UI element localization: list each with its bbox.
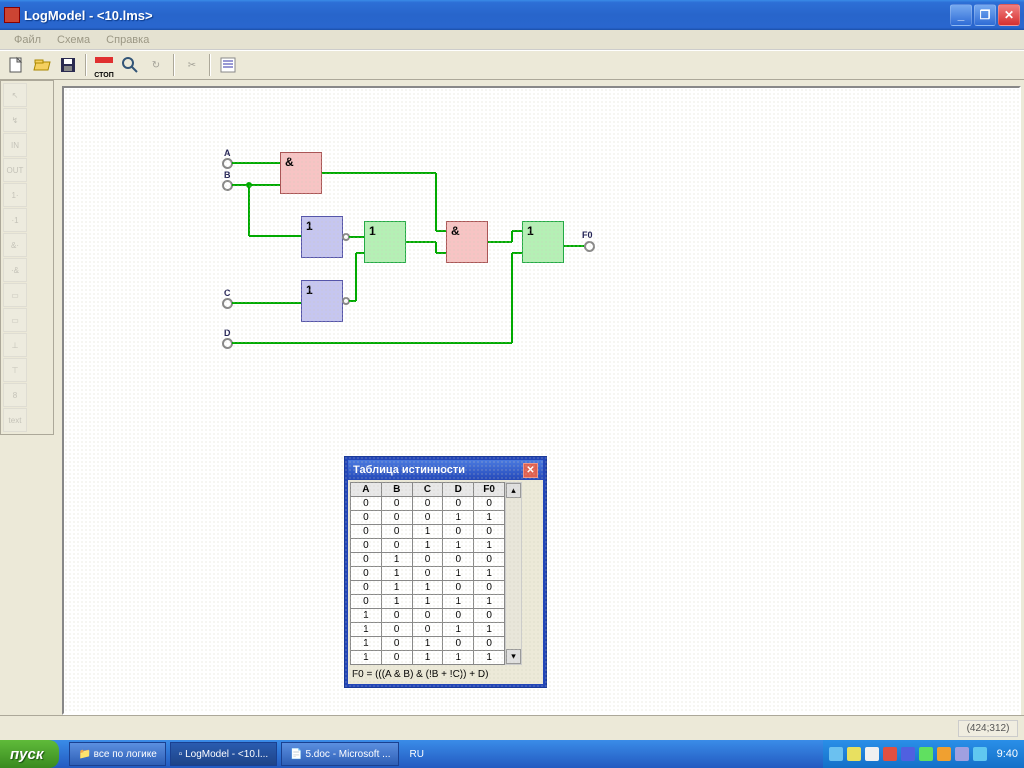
- toolbar: СТОП ↻ ✂: [0, 50, 1024, 80]
- menu-bar: Файл Схема Справка: [0, 30, 1024, 50]
- tray-icon[interactable]: [919, 747, 933, 761]
- taskbar-task[interactable]: 📄 5.doc - Microsoft ...: [281, 742, 399, 766]
- open-file-button[interactable]: [30, 53, 54, 77]
- list-button[interactable]: [216, 53, 240, 77]
- clock[interactable]: 9:40: [997, 748, 1018, 760]
- cut-button: ✂: [180, 53, 204, 77]
- mux-b-tool[interactable]: ▭: [3, 308, 27, 332]
- taskbar: пуск 📁 все по логике▫ LogModel - <10.l..…: [0, 740, 1024, 768]
- title-bar: LogModel - <10.lms> _ ❐ ✕: [0, 0, 1024, 30]
- tray-icon[interactable]: [937, 747, 951, 761]
- status-coords: (424;312): [958, 720, 1018, 737]
- table-row: 01100: [351, 581, 505, 595]
- tray-icon[interactable]: [973, 747, 987, 761]
- table-row: 01111: [351, 595, 505, 609]
- dialog-body: ABCDF0 000000001100100001110100001011011…: [348, 480, 543, 684]
- wire-tool[interactable]: ↯: [3, 108, 27, 132]
- table-row: 10011: [351, 623, 505, 637]
- tray-icon[interactable]: [901, 747, 915, 761]
- maximize-button[interactable]: ❐: [974, 4, 996, 26]
- scroll-up-button[interactable]: ▴: [506, 483, 521, 498]
- tray-icon[interactable]: [847, 747, 861, 761]
- toolbar-sep: [85, 54, 87, 76]
- language-indicator[interactable]: RU: [409, 749, 423, 760]
- canvas-area[interactable]: A B C D & 1 1 1 & 1 F0: [62, 86, 1021, 715]
- dialog-title: Таблица истинности: [353, 464, 465, 476]
- formula-text: F0 = (((A & B) & (!B + !C)) + D): [350, 665, 541, 682]
- menu-file[interactable]: Файл: [6, 32, 49, 48]
- minimize-button[interactable]: _: [950, 4, 972, 26]
- table-row: 00011: [351, 511, 505, 525]
- menu-schema[interactable]: Схема: [49, 32, 98, 48]
- sw-a-tool[interactable]: ⊥: [3, 333, 27, 357]
- scroll-down-button[interactable]: ▾: [506, 649, 521, 664]
- sw-b-tool[interactable]: ⊤: [3, 358, 27, 382]
- text-tool[interactable]: text: [3, 408, 27, 432]
- table-header: C: [412, 483, 443, 497]
- table-header: B: [381, 483, 412, 497]
- mux-a-tool[interactable]: ▭: [3, 283, 27, 307]
- status-bar: (424;312): [0, 715, 1024, 740]
- table-row: 10100: [351, 637, 505, 651]
- zoom-button[interactable]: [118, 53, 142, 77]
- and-b-tool[interactable]: ·&: [3, 258, 27, 282]
- dialog-title-bar[interactable]: Таблица истинности ✕: [348, 460, 543, 480]
- start-button[interactable]: пуск: [0, 740, 59, 768]
- save-button[interactable]: [56, 53, 80, 77]
- new-file-button[interactable]: [4, 53, 28, 77]
- tray-icon[interactable]: [829, 747, 843, 761]
- tray-icon[interactable]: [955, 747, 969, 761]
- one-a-tool[interactable]: 1·: [3, 183, 27, 207]
- table-row: 00000: [351, 497, 505, 511]
- menu-help[interactable]: Справка: [98, 32, 157, 48]
- dialog-close-button[interactable]: ✕: [523, 463, 538, 478]
- table-header: D: [443, 483, 474, 497]
- table-row: 01011: [351, 567, 505, 581]
- tool-palette: ↖ ↯ IN OUT 1· ·1 &· ·& ▭ ▭ ⊥ ⊤ 8 text: [0, 80, 54, 435]
- in-tool[interactable]: IN: [3, 133, 27, 157]
- one-b-tool[interactable]: ·1: [3, 208, 27, 232]
- table-row: 01000: [351, 553, 505, 567]
- table-header: F0: [474, 483, 505, 497]
- system-tray: 9:40: [823, 740, 1024, 768]
- truth-table: ABCDF0 000000001100100001110100001011011…: [350, 482, 505, 665]
- toolbar-sep: [209, 54, 211, 76]
- tray-icon[interactable]: [883, 747, 897, 761]
- refresh-button: ↻: [144, 53, 168, 77]
- table-row: 00111: [351, 539, 505, 553]
- tray-icon[interactable]: [865, 747, 879, 761]
- taskbar-task[interactable]: ▫ LogModel - <10.l...: [170, 742, 277, 766]
- table-row: 10111: [351, 651, 505, 665]
- truth-table-dialog[interactable]: Таблица истинности ✕ ABCDF0 000000001100…: [344, 456, 547, 688]
- out-tool[interactable]: OUT: [3, 158, 27, 182]
- window-buttons: _ ❐ ✕: [950, 4, 1020, 26]
- canvas[interactable]: A B C D & 1 1 1 & 1 F0: [64, 88, 1019, 713]
- app-icon: [4, 7, 20, 23]
- table-row: 00100: [351, 525, 505, 539]
- toolbar-sep: [173, 54, 175, 76]
- close-button[interactable]: ✕: [998, 4, 1020, 26]
- window-title: LogModel - <10.lms>: [24, 8, 950, 23]
- table-scrollbar[interactable]: ▴ ▾: [505, 482, 522, 665]
- table-header: A: [351, 483, 382, 497]
- and-a-tool[interactable]: &·: [3, 233, 27, 257]
- taskbar-task[interactable]: 📁 все по логике: [69, 742, 165, 766]
- table-row: 10000: [351, 609, 505, 623]
- disp-tool[interactable]: 8: [3, 383, 27, 407]
- stop-button[interactable]: СТОП: [92, 53, 116, 77]
- pointer-tool[interactable]: ↖: [3, 83, 27, 107]
